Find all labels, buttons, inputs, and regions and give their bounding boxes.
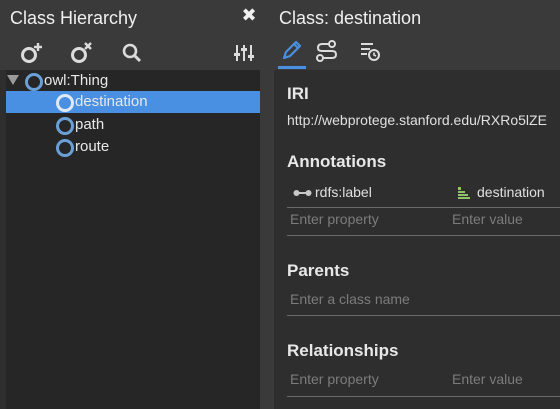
- tree-item-label: destination: [75, 93, 148, 110]
- divider: [287, 235, 560, 236]
- tree-item-destination[interactable]: destination: [6, 91, 260, 113]
- class-editor-tabs: [274, 36, 560, 70]
- expand-triangle-icon[interactable]: [7, 75, 19, 85]
- annotation-property[interactable]: rdfs:label: [315, 184, 372, 200]
- iri-value[interactable]: http://webprotege.stanford.edu/RXRo5lZE: [287, 112, 547, 128]
- tree-item-owl-thing[interactable]: owl:Thing: [6, 70, 260, 92]
- class-editor-panel: Class: destination IRI http://webprotege…: [274, 0, 560, 409]
- class-node-icon: [25, 73, 43, 91]
- active-tab-indicator: [278, 66, 306, 69]
- annotation-property-input[interactable]: Enter property: [290, 211, 379, 227]
- tree-item-label: path: [75, 116, 105, 133]
- tree-item-label: route: [75, 138, 110, 155]
- class-hierarchy-toolbar: [0, 36, 266, 70]
- delete-class-icon[interactable]: [69, 40, 95, 66]
- class-editor-header: Class: destination: [274, 0, 560, 36]
- parents-heading: Parents: [287, 261, 350, 280]
- relationships-heading: Relationships: [287, 341, 399, 360]
- iri-heading: IRI: [287, 84, 309, 103]
- panel-scroll-gutter: [260, 70, 266, 409]
- edit-pencil-icon[interactable]: [279, 38, 305, 64]
- search-icon[interactable]: [119, 40, 145, 66]
- class-node-icon: [56, 139, 74, 157]
- divider: [287, 207, 560, 208]
- annotation-value-input[interactable]: Enter value: [452, 211, 523, 227]
- tree-item-label: owl:Thing: [44, 72, 109, 89]
- literal-value-icon: [458, 187, 470, 199]
- class-tree: owl:Thing destination path route: [6, 70, 260, 409]
- relationship-property-input[interactable]: Enter property: [290, 371, 379, 387]
- history-list-icon[interactable]: [357, 38, 383, 64]
- add-class-icon[interactable]: [19, 40, 45, 66]
- class-hierarchy-header: Class Hierarchy ✖: [0, 0, 266, 36]
- divider: [287, 315, 560, 316]
- relationships-path-icon[interactable]: [314, 38, 340, 64]
- relationship-value-input[interactable]: Enter value: [452, 371, 523, 387]
- class-node-icon: [56, 94, 74, 112]
- close-icon[interactable]: ✖: [240, 6, 258, 24]
- panel-title: Class: destination: [279, 8, 422, 28]
- divider: [287, 396, 560, 397]
- class-hierarchy-panel: Class Hierarchy ✖ owl:Thing destination …: [0, 0, 266, 409]
- property-link-icon: [293, 190, 312, 196]
- tree-item-route[interactable]: route: [6, 136, 260, 158]
- annotations-heading: Annotations: [287, 152, 387, 171]
- annotation-row: rdfs:label destination: [287, 184, 560, 206]
- annotation-value[interactable]: destination: [477, 184, 545, 200]
- parent-class-input[interactable]: Enter a class name: [290, 291, 410, 307]
- class-node-icon: [56, 117, 74, 135]
- panel-title: Class Hierarchy: [10, 8, 138, 28]
- settings-sliders-icon[interactable]: [231, 40, 257, 66]
- tree-item-path[interactable]: path: [6, 114, 260, 136]
